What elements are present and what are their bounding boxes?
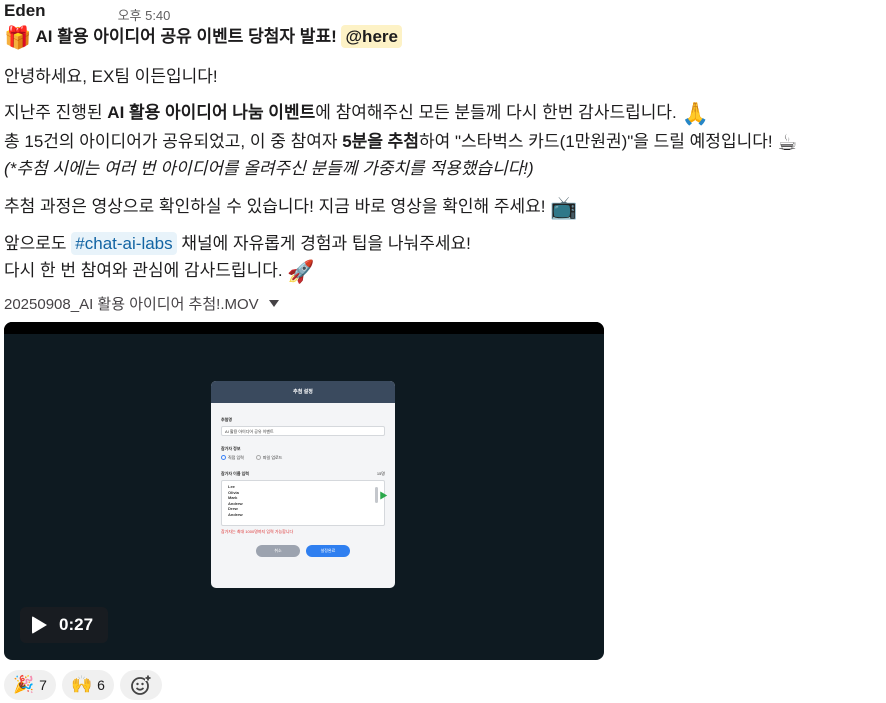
message-title: 🎁 AI 활용 아이디어 공유 이벤트 당첨자 발표! @here <box>4 24 402 50</box>
play-icon[interactable] <box>32 616 47 634</box>
p6-text: 다시 한 번 참여와 관심에 감사드립니다. <box>4 261 283 280</box>
folded-hands-icon: 🙏 <box>681 100 709 126</box>
add-emoji-icon[interactable] <box>130 674 152 696</box>
p1-bold: AI 활용 아이디어 나눔 이벤트 <box>107 103 316 122</box>
radio-upload: 파일 업로드 <box>255 455 283 461</box>
paragraph-channel: 앞으로도 #chat-ai-labs 채널에 자유롭게 경험과 팁을 나눠주세요… <box>4 231 471 257</box>
p1-suffix: 에 참여해주신 모든 분들께 다시 한번 감사드립니다. <box>315 103 677 122</box>
title-text: AI 활용 아이디어 공유 이벤트 당첨자 발표! <box>35 27 337 46</box>
p2-prefix: 총 15건의 아이디어가 공유되었고, 이 중 참여자 <box>4 132 343 151</box>
reaction-raised-hands[interactable]: 🙌 6 <box>61 670 114 700</box>
video-top-bar <box>4 322 604 334</box>
dialog-buttons: 취소 설정완료 <box>221 545 385 557</box>
author-name[interactable]: Eden <box>4 1 46 21</box>
radio-on-label: 직접 입력 <box>228 455 244 460</box>
video-player[interactable]: 추첨 설정 추첨명 AI 활용 아이디어 공유 이벤트 참가자 정보 직접 입력… <box>4 322 604 660</box>
radio-off-icon <box>255 455 261 461</box>
chevron-down-icon[interactable] <box>268 300 279 307</box>
paragraph-closing: 다시 한 번 참여와 관심에 감사드립니다. 🚀 <box>4 258 315 284</box>
paragraph-thanks: 지난주 진행된 AI 활용 아이디어 나눔 이벤트에 참여해주신 모든 분들께 … <box>4 100 709 126</box>
names-header: 참가자 이름 입력 15명 <box>221 471 385 477</box>
filename-text[interactable]: 20250908_AI 활용 아이디어 추첨!.MOV <box>4 293 259 314</box>
event-label: 추첨명 <box>221 417 233 422</box>
paragraph-winners: 총 15건의 아이디어가 공유되었고, 이 중 참여자 5분을 추첨하여 "스타… <box>4 129 797 155</box>
names-label: 참가자 이름 입력 <box>221 471 249 476</box>
channel-link[interactable]: #chat-ai-labs <box>71 232 177 255</box>
info-radio-group: 직접 입력 파일 업로드 <box>221 455 385 461</box>
dialog-confirm-button: 설정완료 <box>306 545 350 557</box>
message: Eden 오후 5:40 🎁 AI 활용 아이디어 공유 이벤트 당첨자 발표!… <box>4 0 882 700</box>
event-input: AI 활용 아이디어 공유 이벤트 <box>221 426 385 436</box>
dialog-cancel-button: 취소 <box>256 545 300 557</box>
dialog-warning: 참가자는 최대 1000명까지 입력 가능합니다 <box>221 529 294 534</box>
dialog-title: 추첨 설정 <box>211 381 395 403</box>
p1-prefix: 지난주 진행된 <box>4 103 108 122</box>
names-list: Lee Olivia Mark Andrew Drew Andrew <box>221 480 388 526</box>
reaction-bar: 🎉 7 🙌 6 <box>4 670 162 700</box>
attachment-filename[interactable]: 20250908_AI 활용 아이디어 추첨!.MOV <box>4 293 279 314</box>
timestamp[interactable]: 오후 5:40 <box>118 5 171 24</box>
p5-suffix: 채널에 자유롭게 경험과 팁을 나눠주세요! <box>176 234 471 253</box>
here-mention[interactable]: @here <box>341 25 402 48</box>
play-button[interactable]: 0:27 <box>20 607 108 643</box>
dialog-body: 추첨명 AI 활용 아이디어 공유 이벤트 참가자 정보 직접 입력 파일 업로… <box>211 403 395 565</box>
p4-text: 추첨 과정은 영상으로 확인하실 수 있습니다! 지금 바로 영상을 확인해 주… <box>4 197 546 216</box>
greeting-text: 안녕하세요, EX팀 이든입니다! <box>4 67 218 86</box>
weight-note: (*추첨 시에는 여러 번 아이디어를 올려주신 분들께 가중치를 적용했습니다… <box>4 159 534 178</box>
p5-prefix: 앞으로도 <box>4 234 72 253</box>
names-count: 15명 <box>376 471 385 476</box>
radio-off-label: 파일 업로드 <box>262 455 283 460</box>
party-popper-icon: 🎉 <box>13 675 35 694</box>
message-header: Eden 오후 5:40 <box>4 0 882 24</box>
p2-bold: 5분을 추첨 <box>342 132 419 151</box>
radio-manual: 직접 입력 <box>221 455 244 461</box>
name-item: Andrew <box>228 511 243 517</box>
reaction-count: 7 <box>39 677 47 693</box>
reaction-party-popper[interactable]: 🎉 7 <box>4 670 56 700</box>
info-label: 참가자 정보 <box>221 446 241 451</box>
video-frame-dialog: 추첨 설정 추첨명 AI 활용 아이디어 공유 이벤트 참가자 정보 직접 입력… <box>211 381 395 588</box>
tv-icon: 📺 <box>550 194 578 220</box>
paragraph-video: 추첨 과정은 영상으로 확인하실 수 있습니다! 지금 바로 영상을 확인해 주… <box>4 194 578 220</box>
radio-on-icon <box>221 455 226 461</box>
reaction-count: 6 <box>97 677 105 693</box>
rocket-icon: 🚀 <box>287 258 315 284</box>
cursor-icon <box>376 489 388 500</box>
p2-suffix: 하여 "스타벅스 카드(1만원권)"을 드릴 예정입니다! <box>418 132 773 151</box>
video-duration: 0:27 <box>59 615 94 634</box>
coffee-icon: ☕ <box>777 129 798 155</box>
add-reaction-button[interactable] <box>119 670 162 700</box>
gift-icon: 🎁 <box>4 24 32 50</box>
raised-hands-icon: 🙌 <box>70 675 93 694</box>
